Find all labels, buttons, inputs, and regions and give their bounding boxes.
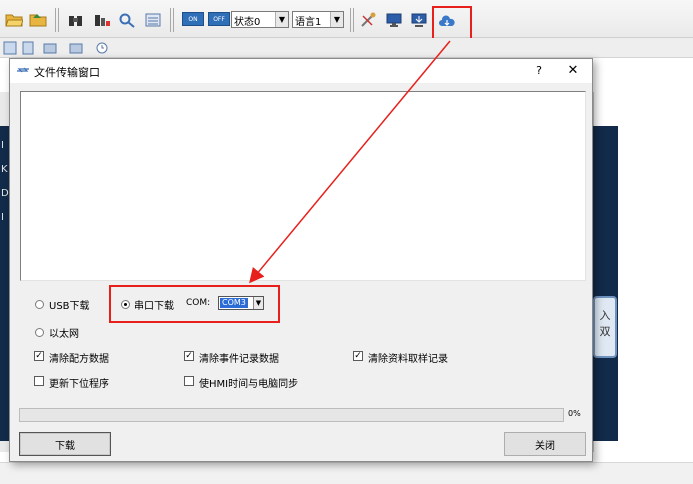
folder-icon[interactable] <box>28 10 48 30</box>
download-button-highlight <box>432 6 472 40</box>
usb-download-label: USB下载 <box>49 301 90 312</box>
off-toggle-icon[interactable]: OFF <box>208 12 230 26</box>
download-button[interactable]: 下载 <box>19 432 111 456</box>
left-letter: D <box>1 188 9 199</box>
download-options-panel: USB下载 串口下载 COM: COM3 ▼ 以太网 ✓ 清除配方数据 ✓ 清除… <box>18 289 586 391</box>
side-panel-button[interactable]: 入 双 <box>593 296 617 358</box>
on-toggle-icon[interactable]: ON <box>182 12 204 26</box>
magnifier-icon[interactable] <box>117 10 137 30</box>
close-icon[interactable]: ✕ <box>564 62 582 80</box>
layer-icon[interactable] <box>66 38 86 58</box>
ethernet-label: 以太网 <box>49 329 79 340</box>
layer-icon[interactable] <box>40 38 60 58</box>
toolbar-separator <box>170 8 174 32</box>
clear-events-checkbox[interactable]: ✓ <box>184 351 194 361</box>
state-select-value: 状态0 <box>234 17 261 28</box>
language-select-value: 语言1 <box>295 17 322 28</box>
monitor-icon[interactable] <box>384 10 404 30</box>
clear-sampling-label: 清除资料取样记录 <box>368 354 448 365</box>
transfer-icon <box>17 67 29 73</box>
chevron-down-icon: ▼ <box>330 12 343 27</box>
chevron-down-icon: ▼ <box>275 12 288 27</box>
clear-sampling-checkbox[interactable]: ✓ <box>353 351 363 361</box>
clear-events-label: 清除事件记录数据 <box>199 354 279 365</box>
language-select[interactable]: 语言1 ▼ <box>292 11 344 28</box>
update-firmware-checkbox[interactable] <box>34 376 44 386</box>
left-letter: K <box>1 164 8 175</box>
find-icon[interactable] <box>92 10 112 30</box>
clock-icon[interactable] <box>92 38 112 58</box>
tools-icon[interactable] <box>358 10 378 30</box>
close-button[interactable]: 关闭 <box>504 432 586 456</box>
sync-time-checkbox[interactable] <box>184 376 194 386</box>
screen: ON OFF 状态0 ▼ 语言1 ▼ I K D I 入 双 文件传输窗口 ? … <box>0 0 693 484</box>
monitor-download-icon[interactable] <box>409 10 429 30</box>
page-icon[interactable] <box>18 38 38 58</box>
clear-recipe-label: 清除配方数据 <box>49 354 109 365</box>
usb-download-radio[interactable] <box>35 300 44 309</box>
progress-percent: 0% <box>568 409 581 418</box>
dialog-title: 文件传输窗口 <box>34 66 100 79</box>
transfer-progress-bar <box>19 408 564 422</box>
ethernet-radio[interactable] <box>35 328 44 337</box>
toolbar-separator <box>350 8 354 32</box>
dialog-titlebar: 文件传输窗口 ? ✕ <box>10 59 592 83</box>
toolbar-separator <box>55 8 59 32</box>
left-letter: I <box>1 140 4 151</box>
left-letter: I <box>1 212 4 223</box>
sync-time-label: 使HMI时间与电脑同步 <box>199 379 299 390</box>
clear-recipe-checkbox[interactable]: ✓ <box>34 351 44 361</box>
grid-icon[interactable] <box>0 38 20 58</box>
state-select[interactable]: 状态0 ▼ <box>231 11 289 28</box>
dark-canvas-panel <box>589 126 618 441</box>
status-bar <box>0 462 693 484</box>
main-toolbar: ON OFF 状态0 ▼ 语言1 ▼ <box>0 0 693 38</box>
binoculars-icon[interactable] <box>66 10 86 30</box>
help-button[interactable]: ? <box>532 62 546 80</box>
secondary-toolbar <box>0 38 693 58</box>
transfer-log-area[interactable] <box>20 91 586 281</box>
list-icon[interactable] <box>143 10 163 30</box>
update-firmware-label: 更新下位程序 <box>49 379 109 390</box>
folder-open-icon[interactable] <box>4 10 24 30</box>
serial-download-highlight <box>109 285 280 323</box>
file-transfer-dialog: 文件传输窗口 ? ✕ USB下载 串口下载 COM: COM3 ▼ 以太网 ✓ … <box>9 58 593 462</box>
